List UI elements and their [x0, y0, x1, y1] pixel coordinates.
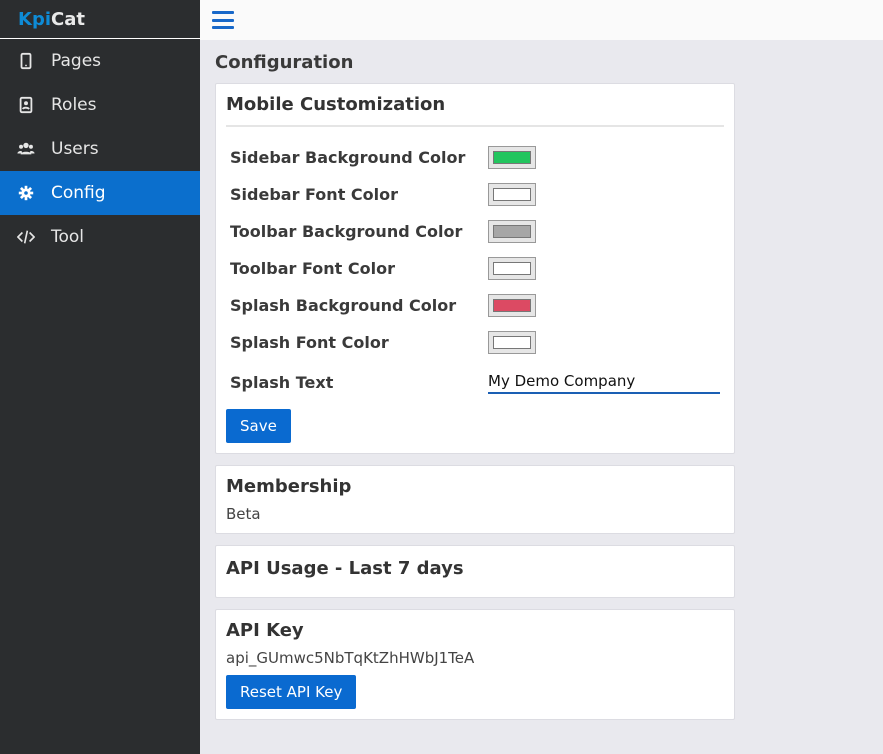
brand-part2: Cat	[51, 8, 85, 30]
field-label: Toolbar Background Color	[230, 222, 463, 241]
id-badge-icon	[16, 95, 36, 115]
color-picker-splash-background[interactable]	[488, 294, 536, 317]
field-label: Splash Background Color	[230, 296, 457, 315]
color-picker-toolbar-font[interactable]	[488, 257, 536, 280]
card-title: API Usage - Last 7 days	[226, 558, 464, 579]
color-swatch	[493, 299, 531, 312]
card-title: Mobile Customization	[226, 94, 446, 115]
sidebar-item-users[interactable]: Users	[0, 127, 200, 171]
form-row: Splash Text	[226, 361, 724, 403]
sidebar-item-label: Pages	[51, 51, 102, 71]
users-icon	[16, 139, 36, 159]
field-label: Splash Font Color	[230, 333, 389, 352]
form-row: Splash Font Color	[226, 324, 724, 361]
color-picker-toolbar-background[interactable]	[488, 220, 536, 243]
sidebar-item-label: Tool	[51, 227, 85, 247]
api-key-card: API Key api_GUmwc5NbTqKtZhHWbJ1TeA Reset…	[215, 609, 735, 720]
color-swatch	[493, 336, 531, 349]
hamburger-menu-icon[interactable]	[212, 11, 234, 29]
color-swatch	[493, 151, 531, 164]
sidebar-item-label: Roles	[51, 95, 97, 115]
sidebar-item-label: Users	[51, 139, 99, 159]
api-key-value: api_GUmwc5NbTqKtZhHWbJ1TeA	[226, 649, 475, 667]
form-row: Splash Background Color	[226, 287, 724, 324]
field-label: Sidebar Font Color	[230, 185, 399, 204]
sidebar-item-tool[interactable]: Tool	[0, 215, 200, 259]
api-usage-card: API Usage - Last 7 days	[215, 545, 735, 598]
color-swatch	[493, 225, 531, 238]
card-title: Membership	[226, 476, 352, 497]
sidebar-item-config[interactable]: Config	[0, 171, 200, 215]
color-picker-sidebar-font[interactable]	[488, 183, 536, 206]
code-icon	[16, 227, 36, 247]
sidebar-item-pages[interactable]: Pages	[0, 39, 200, 83]
mobile-customization-card: Mobile Customization Sidebar Background …	[215, 83, 735, 454]
color-picker-sidebar-background[interactable]	[488, 146, 536, 169]
tablet-icon	[16, 51, 36, 71]
color-swatch	[493, 188, 531, 201]
field-label: Toolbar Font Color	[230, 259, 395, 278]
form-row: Toolbar Background Color	[226, 213, 724, 250]
color-swatch	[493, 262, 531, 275]
brand-part1: Kpi	[18, 8, 52, 30]
gear-icon	[16, 183, 36, 203]
page-title: Configuration	[215, 52, 354, 73]
sidebar: Kpi Cat Pages Roles Users Config Tool	[0, 0, 200, 754]
button-row: Reset API Key	[226, 675, 724, 709]
form-row: Sidebar Font Color	[226, 176, 724, 213]
reset-api-key-button[interactable]: Reset API Key	[226, 675, 357, 709]
splash-text-input[interactable]	[488, 370, 720, 394]
topbar	[200, 0, 883, 40]
divider	[226, 125, 724, 127]
membership-value: Beta	[226, 505, 261, 523]
brand-logo[interactable]: Kpi Cat	[0, 0, 200, 39]
sidebar-item-roles[interactable]: Roles	[0, 83, 200, 127]
sidebar-item-label: Config	[51, 183, 106, 203]
form-row: Toolbar Font Color	[226, 250, 724, 287]
main-content: Configuration Mobile Customization Sideb…	[200, 40, 883, 754]
button-row: Save	[226, 409, 724, 443]
membership-card: Membership Beta	[215, 465, 735, 534]
save-button[interactable]: Save	[226, 409, 291, 443]
card-title: API Key	[226, 620, 304, 641]
field-label: Splash Text	[230, 372, 334, 392]
form-row: Sidebar Background Color	[226, 139, 724, 176]
field-label: Sidebar Background Color	[230, 148, 466, 167]
color-picker-splash-font[interactable]	[488, 331, 536, 354]
